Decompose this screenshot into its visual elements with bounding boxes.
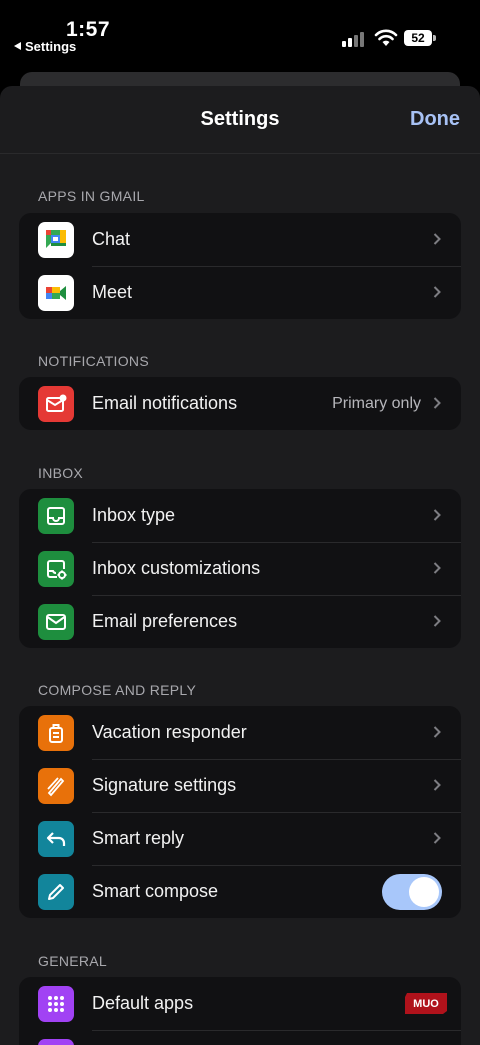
chat-app-icon: [38, 222, 74, 258]
battery-nub: [433, 35, 436, 41]
inbox-customizations-label: Inbox customizations: [92, 558, 261, 578]
vacation-responder-label: Vacation responder: [92, 722, 247, 742]
smart-compose-toggle[interactable]: [382, 874, 442, 910]
settings-row-meet[interactable]: Meet: [19, 266, 461, 319]
section-header-compose: COMPOSE AND REPLY: [38, 682, 197, 698]
back-arrow-icon: [14, 42, 21, 50]
navigation-bar: Settings Done: [0, 86, 480, 154]
reply-arrow-icon: [38, 821, 74, 857]
toggle-knob: [409, 877, 439, 907]
settings-row-inbox-type[interactable]: Inbox type: [19, 489, 461, 542]
chevron-right-icon: [433, 779, 441, 791]
settings-row-email-notifications[interactable]: Email notifications Primary only: [19, 377, 461, 430]
muo-watermark-logo: MUO: [405, 993, 447, 1014]
inbox-type-label: Inbox type: [92, 505, 176, 525]
general-group: Default apps MUO: [19, 977, 461, 1045]
meet-app-icon: [38, 275, 74, 311]
section-header-apps: APPS IN GMAIL: [38, 188, 145, 204]
settings-row-inbox-customizations[interactable]: Inbox customizations: [19, 542, 461, 595]
compose-group: Vacation responder Signature settings Sm…: [19, 706, 461, 918]
back-to-app-link[interactable]: Settings: [14, 39, 76, 54]
email-notifications-label: Email notifications: [92, 393, 238, 413]
chevron-right-icon: [433, 286, 441, 298]
inbox-settings-icon: [38, 551, 74, 587]
status-bar: 1:57 Settings 52: [0, 0, 480, 72]
meet-label: Meet: [92, 282, 133, 302]
chat-label: Chat: [92, 229, 131, 249]
cellular-signal-icon: [342, 31, 366, 47]
settings-row-signature-settings[interactable]: Signature settings: [19, 759, 461, 812]
svg-text:MUO: MUO: [413, 998, 439, 1010]
chevron-right-icon: [433, 233, 441, 245]
chevron-right-icon: [433, 509, 441, 521]
email-preferences-label: Email preferences: [92, 611, 238, 631]
chevron-right-icon: [433, 726, 441, 738]
signature-settings-label: Signature settings: [92, 775, 237, 795]
chevron-right-icon: [433, 562, 441, 574]
settings-row-vacation-responder[interactable]: Vacation responder: [19, 706, 461, 759]
done-button[interactable]: Done: [410, 108, 460, 131]
battery-indicator: 52: [404, 30, 432, 46]
settings-row-chat[interactable]: Chat: [19, 213, 461, 266]
signature-pen-icon: [38, 768, 74, 804]
chevron-right-icon: [433, 832, 441, 844]
smart-reply-label: Smart reply: [92, 828, 185, 848]
settings-row-partial[interactable]: [19, 1030, 461, 1045]
wifi-icon: [374, 29, 398, 46]
settings-sheet: Settings Done APPS IN GMAIL Chat Meet NO…: [0, 86, 480, 1045]
app-grid-icon: [38, 986, 74, 1022]
settings-row-smart-reply[interactable]: Smart reply: [19, 812, 461, 865]
page-title: Settings: [200, 108, 280, 130]
inbox-group: Inbox type Inbox customizations Email pr…: [19, 489, 461, 648]
envelope-icon: [38, 604, 74, 640]
email-notification-icon: [38, 386, 74, 422]
email-notifications-value: Primary only: [332, 395, 421, 412]
notifications-group: Email notifications Primary only: [19, 377, 461, 430]
smart-compose-label: Smart compose: [92, 881, 219, 901]
pencil-icon: [38, 874, 74, 910]
chevron-right-icon: [433, 397, 441, 409]
suitcase-icon: [38, 715, 74, 751]
default-apps-label: Default apps: [92, 993, 194, 1013]
inbox-tray-icon: [38, 498, 74, 534]
settings-row-email-preferences[interactable]: Email preferences: [19, 595, 461, 648]
settings-row-default-apps[interactable]: Default apps MUO: [19, 977, 461, 1030]
back-app-label: Settings: [25, 39, 77, 54]
general-item-icon: [38, 1039, 74, 1045]
section-header-general: GENERAL: [38, 953, 108, 969]
section-header-inbox: INBOX: [38, 465, 84, 481]
chevron-right-icon: [433, 615, 441, 627]
apps-group: Chat Meet: [19, 213, 461, 319]
settings-row-smart-compose: Smart compose: [19, 865, 461, 918]
section-header-notifications: NOTIFICATIONS: [38, 353, 149, 369]
